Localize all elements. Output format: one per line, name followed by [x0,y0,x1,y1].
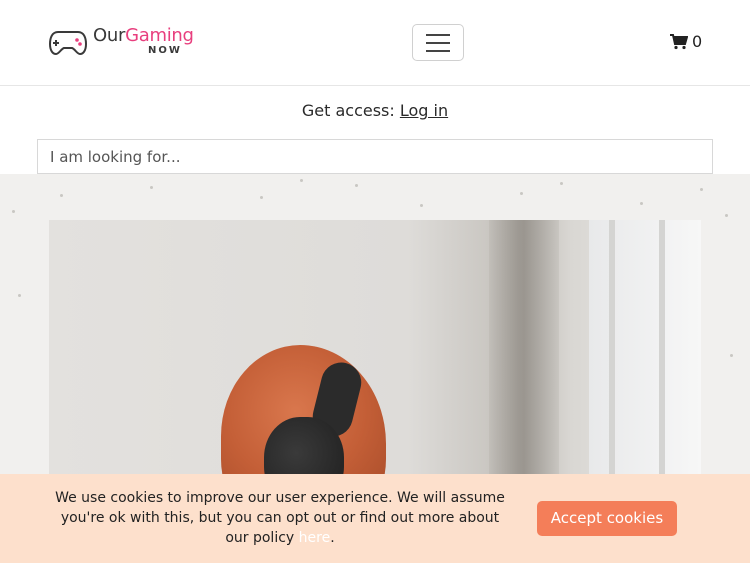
cart-link[interactable]: 0 [670,32,702,51]
menu-toggle-button[interactable] [412,24,464,61]
hamburger-icon [426,41,450,44]
gamepad-icon [48,31,88,56]
cookie-policy-link[interactable]: here [299,530,331,546]
hamburger-icon [426,49,450,52]
logo-text: OurGaming NOW [93,24,194,56]
search-input[interactable] [37,139,713,174]
cart-count: 0 [692,32,703,51]
logo-now: NOW [148,44,182,56]
cookie-banner: We use cookies to improve our user exper… [0,474,750,563]
cart-icon [670,33,688,49]
site-header: OurGaming NOW 0 [0,0,750,86]
cookie-text-end: . [330,530,335,546]
accept-cookies-button[interactable]: Accept cookies [537,501,677,536]
access-bar: Get access: Log in [0,101,750,120]
login-link[interactable]: Log in [400,101,448,120]
access-prefix: Get access: [301,101,395,120]
cookie-message: We use cookies to improve our user exper… [55,488,505,548]
logo-our: Our [93,24,126,46]
hamburger-icon [426,33,450,36]
logo-gaming: Gaming [125,24,194,46]
cookie-text-main: We use cookies to improve our user exper… [55,490,505,546]
site-logo[interactable]: OurGaming NOW [48,24,194,58]
